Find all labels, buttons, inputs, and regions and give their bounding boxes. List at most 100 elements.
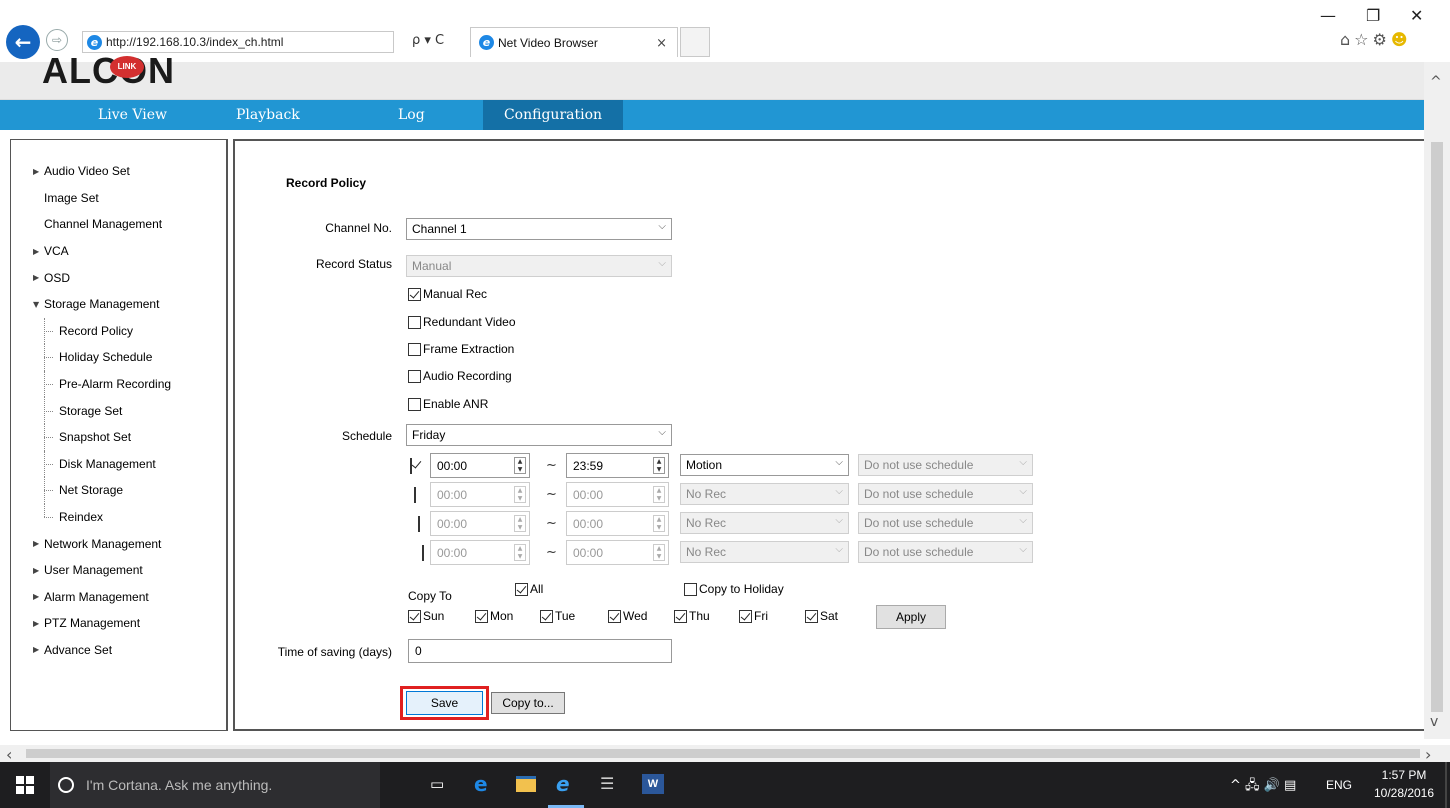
copy-holiday-checkbox[interactable] — [684, 582, 697, 596]
day-tue-option[interactable]: Tue — [540, 609, 575, 623]
channel-select[interactable]: Channel 1 ⌵ — [406, 218, 672, 240]
tree-item-pre-alarm-recording[interactable]: Pre-Alarm Recording — [11, 370, 226, 398]
internet-explorer-icon[interactable]: e — [556, 772, 570, 796]
schedule-row-4-end[interactable]: 00:00 ▲ ▼ — [566, 540, 669, 565]
horizontal-scrollbar[interactable]: ‹ › — [0, 745, 1450, 764]
scroll-thumb[interactable] — [1431, 142, 1443, 712]
nav-live-view[interactable]: Live View — [98, 100, 167, 130]
day-thu-option[interactable]: Thu — [674, 609, 710, 623]
frame-extraction-checkbox[interactable] — [408, 342, 421, 356]
tree-item-holiday-schedule[interactable]: Holiday Schedule — [11, 344, 226, 371]
vertical-scrollbar[interactable]: ^ v — [1424, 62, 1450, 739]
copy-to-button[interactable]: Copy to... — [491, 692, 565, 714]
tree-item-disk-management[interactable]: Disk Management — [11, 450, 226, 478]
restore-icon[interactable]: ❐ — [1366, 6, 1380, 25]
forward-button[interactable]: ⇨ — [46, 29, 68, 51]
tree-item-alarm-management[interactable]: ▶ Alarm Management — [11, 584, 226, 611]
saving-days-input[interactable]: 0 — [408, 639, 672, 663]
tree-item-storage-set[interactable]: Storage Set — [11, 397, 226, 424]
schedule-row-4-type[interactable]: No Rec ⌵ — [680, 541, 849, 563]
tree-item-storage-management[interactable]: ▼ Storage Management — [11, 291, 226, 318]
home-star-gear-icon[interactable]: ⌂☆⚙ — [1340, 30, 1391, 49]
copy-all-checkbox[interactable] — [515, 582, 528, 596]
schedule-row-2-checkbox[interactable] — [414, 487, 416, 503]
tree-item-osd[interactable]: ▶ OSD — [11, 264, 226, 291]
day-tue-checkbox[interactable] — [540, 609, 553, 623]
day-sat-checkbox[interactable] — [805, 609, 818, 623]
tree-item-network-management[interactable]: ▶ Network Management — [11, 530, 226, 557]
schedule-row-3-start[interactable]: 00:00 ▲ ▼ — [430, 511, 530, 536]
caret-right-icon[interactable]: ▶ — [33, 619, 44, 628]
enable-anr-checkbox[interactable] — [408, 397, 421, 411]
schedule-row-1-end[interactable]: 23:59 ▲ ▼ — [566, 453, 669, 478]
nav-configuration[interactable]: Configuration — [483, 100, 623, 130]
day-sat-option[interactable]: Sat — [805, 609, 838, 623]
caret-right-icon[interactable]: ▶ — [33, 167, 44, 176]
language-indicator[interactable]: ENG — [1326, 778, 1352, 792]
day-wed-option[interactable]: Wed — [608, 609, 647, 623]
caret-right-icon[interactable]: ▶ — [33, 566, 44, 575]
day-fri-option[interactable]: Fri — [739, 609, 768, 623]
spinner-icon[interactable]: ▲ ▼ — [653, 544, 665, 561]
calculator-icon[interactable]: ☰ — [600, 774, 614, 793]
smiley-icon[interactable]: ☻ — [1391, 30, 1412, 49]
spinner-icon[interactable]: ▲ ▼ — [653, 486, 665, 503]
schedule-row-4-start[interactable]: 00:00 ▲ ▼ — [430, 540, 530, 565]
back-button[interactable]: ← — [6, 25, 40, 59]
schedule-row-3-checkbox[interactable] — [418, 516, 420, 532]
day-sun-checkbox[interactable] — [408, 609, 421, 623]
copy-holiday-option[interactable]: Copy to Holiday — [684, 582, 784, 596]
day-sun-option[interactable]: Sun — [408, 609, 444, 623]
tree-item-channel-management[interactable]: Channel Management — [11, 211, 226, 238]
cortana-search[interactable]: I'm Cortana. Ask me anything. — [50, 762, 380, 808]
tree-item-ptz-management[interactable]: ▶ PTZ Management — [11, 610, 226, 637]
schedule-day-select[interactable]: Friday ⌵ — [406, 424, 672, 446]
hscroll-thumb[interactable] — [26, 749, 1420, 758]
browser-tab[interactable]: e Net Video Browser × — [470, 27, 678, 57]
redundant-video-checkbox[interactable] — [408, 315, 421, 329]
new-tab-button[interactable] — [680, 27, 710, 57]
nav-log[interactable]: Log — [398, 100, 425, 130]
frame-extraction-option[interactable]: Frame Extraction — [408, 342, 514, 356]
caret-right-icon[interactable]: ▶ — [33, 539, 44, 548]
word-icon[interactable]: W — [642, 774, 664, 794]
day-fri-checkbox[interactable] — [739, 609, 752, 623]
caret-right-icon[interactable]: ▶ — [33, 247, 44, 256]
nav-playback[interactable]: Playback — [236, 100, 300, 130]
tree-item-audio-video-set[interactable]: ▶ Audio Video Set — [11, 158, 226, 185]
schedule-row-2-end[interactable]: 00:00 ▲ ▼ — [566, 482, 669, 507]
apply-button[interactable]: Apply — [876, 605, 946, 629]
audio-recording-option[interactable]: Audio Recording — [408, 369, 512, 383]
manual-rec-checkbox[interactable] — [408, 287, 421, 301]
clock-time[interactable]: 1:57 PM — [1370, 768, 1438, 782]
clock-date[interactable]: 10/28/2016 — [1370, 786, 1438, 800]
tree-item-reindex[interactable]: Reindex — [11, 503, 226, 531]
spinner-icon[interactable]: ▲ ▼ — [653, 515, 665, 532]
tree-item-snapshot-set[interactable]: Snapshot Set — [11, 423, 226, 451]
chevron-up-icon[interactable]: ^ — [1430, 74, 1442, 90]
day-mon-option[interactable]: Mon — [475, 609, 513, 623]
file-explorer-icon[interactable] — [516, 776, 536, 792]
close-icon[interactable]: ✕ — [1410, 6, 1423, 25]
spinner-icon[interactable]: ▲ ▼ — [514, 544, 526, 561]
caret-right-icon[interactable]: ▶ — [33, 592, 44, 601]
schedule-row-1-start[interactable]: 00:00 ▲ ▼ — [430, 453, 530, 478]
manual-rec-option[interactable]: Manual Rec — [408, 287, 487, 301]
edge-icon[interactable]: e — [474, 772, 488, 796]
caret-down-icon[interactable]: ▼ — [33, 300, 44, 309]
tree-item-net-storage[interactable]: Net Storage — [11, 477, 226, 504]
day-mon-checkbox[interactable] — [475, 609, 488, 623]
show-desktop-strip[interactable] — [1445, 762, 1447, 808]
schedule-row-3-end[interactable]: 00:00 ▲ ▼ — [566, 511, 669, 536]
caret-right-icon[interactable]: ▶ — [33, 273, 44, 282]
audio-recording-checkbox[interactable] — [408, 369, 421, 383]
tree-item-record-policy[interactable]: Record Policy — [11, 317, 226, 345]
tree-item-image-set[interactable]: Image Set — [11, 185, 226, 212]
windows-start-icon[interactable] — [16, 776, 34, 794]
chevron-down-icon[interactable]: v — [1430, 714, 1438, 730]
spinner-icon[interactable]: ▲ ▼ — [514, 515, 526, 532]
tab-close-icon[interactable]: × — [656, 36, 667, 51]
save-button[interactable]: Save — [406, 691, 483, 715]
spinner-icon[interactable]: ▲ ▼ — [653, 457, 665, 474]
tree-item-user-management[interactable]: ▶ User Management — [11, 557, 226, 584]
